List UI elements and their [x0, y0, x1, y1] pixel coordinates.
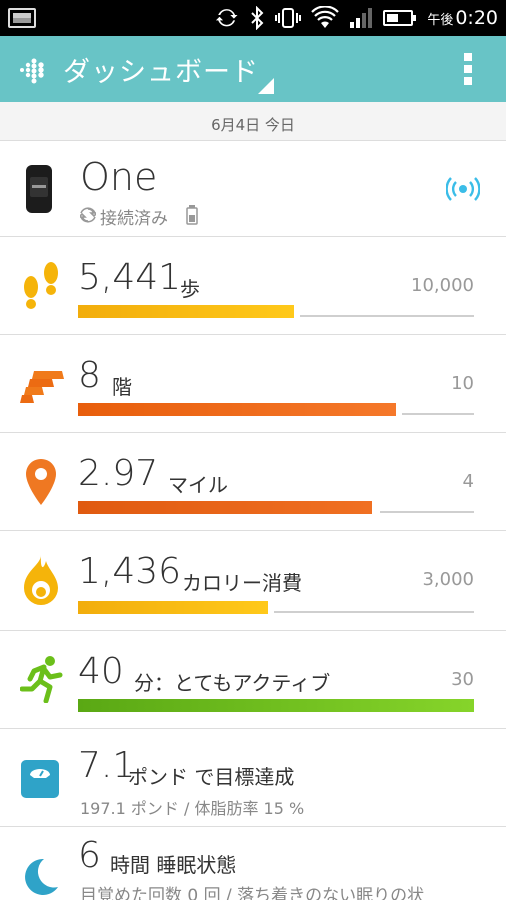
active-minutes-progress-bar	[78, 699, 474, 712]
page-title[interactable]: ダッシュボード	[63, 50, 259, 89]
flame-icon	[24, 555, 58, 605]
floors-progress-track	[402, 413, 474, 415]
app-bar: ダッシュボード	[0, 36, 506, 102]
weight-value: 7.1	[78, 745, 136, 786]
vibrate-icon	[275, 8, 302, 28]
floors-unit: 階	[112, 375, 132, 399]
battery-icon	[383, 10, 417, 26]
distance-progress-bar	[78, 501, 372, 514]
running-person-icon	[20, 656, 63, 703]
wifi-icon	[311, 6, 340, 28]
date-label: 6月4日 今日	[0, 102, 506, 140]
overflow-menu-icon[interactable]	[462, 52, 474, 86]
weight-unit: ポンド で目標達成	[128, 765, 295, 789]
image-notification-icon	[8, 8, 36, 28]
status-bar: 午後 0:20	[0, 0, 506, 36]
steps-value: 5,441	[78, 257, 182, 298]
calories-progress-track	[274, 611, 474, 613]
status-time: 0:20	[455, 7, 498, 29]
signal-icon	[350, 8, 373, 28]
sync-broadcast-icon[interactable]	[446, 177, 480, 201]
floors-value: 8	[78, 355, 101, 396]
fitbit-logo-icon[interactable]	[18, 56, 46, 84]
location-pin-icon	[26, 459, 56, 505]
device-battery-icon	[186, 205, 198, 225]
calories-progress-bar	[78, 601, 268, 614]
status-ampm: 午後	[427, 13, 454, 28]
sleep-card[interactable]: 6 時間 睡眠状態 目覚めた回数 0 回 / 落ち着きのない眠りの状	[0, 826, 506, 900]
active-minutes-goal: 30	[451, 669, 474, 690]
calories-unit: カロリー消費	[182, 571, 302, 595]
scale-icon	[21, 760, 59, 798]
dropdown-caret-icon[interactable]	[258, 78, 274, 94]
weight-card[interactable]: 7.1 ポンド で目標達成 197.1 ポンド / 体脂肪率 15 %	[0, 728, 506, 826]
device-card[interactable]: One 接続済み	[0, 140, 506, 236]
device-status: 接続済み	[100, 209, 168, 229]
calories-card[interactable]: 1,436 カロリー消費 3,000	[0, 530, 506, 630]
steps-progress-bar	[78, 305, 294, 318]
calories-goal: 3,000	[422, 569, 474, 590]
device-name: One	[80, 155, 158, 199]
stairs-icon	[20, 371, 64, 403]
moon-icon	[25, 858, 58, 895]
steps-goal: 10,000	[411, 275, 474, 296]
active-minutes-value: 40	[78, 651, 124, 692]
distance-progress-track	[380, 511, 474, 513]
steps-progress-track	[300, 315, 474, 317]
distance-unit: マイル	[168, 473, 228, 497]
active-minutes-unit: 分：とてもアクティブ	[134, 671, 331, 695]
weight-detail: 197.1 ポンド / 体脂肪率 15 %	[80, 799, 305, 818]
floors-goal: 10	[451, 373, 474, 394]
floors-progress-bar	[78, 403, 396, 416]
sync-icon	[216, 9, 238, 27]
sync-status-icon	[80, 207, 96, 223]
active-minutes-card[interactable]: 40 分：とてもアクティブ 30	[0, 630, 506, 728]
calories-value: 1,436	[78, 551, 182, 592]
sleep-value: 6	[78, 835, 101, 876]
sleep-unit: 時間 睡眠状態	[110, 853, 237, 877]
distance-goal: 4	[462, 471, 474, 492]
bluetooth-icon	[251, 6, 264, 30]
steps-card[interactable]: 5,441 歩 10,000	[0, 236, 506, 334]
tracker-device-icon	[26, 165, 52, 213]
steps-unit: 歩	[180, 277, 200, 301]
distance-value: 2.97	[78, 453, 159, 494]
floors-card[interactable]: 8 階 10	[0, 334, 506, 432]
sleep-detail: 目覚めた回数 0 回 / 落ち着きのない眠りの状	[80, 886, 425, 900]
footprints-icon	[24, 262, 58, 309]
distance-card[interactable]: 2.97 マイル 4	[0, 432, 506, 530]
